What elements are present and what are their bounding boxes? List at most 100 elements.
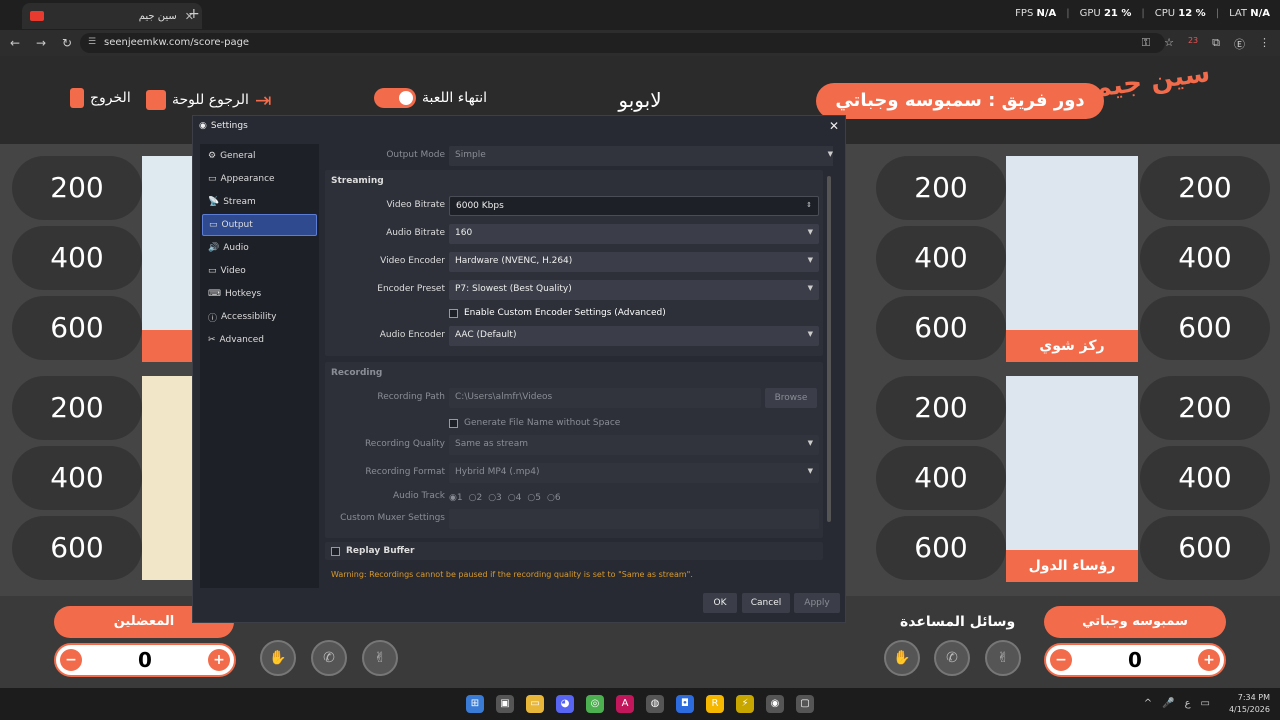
custom-encoder-checkbox[interactable]: Enable Custom Encoder Settings (Advanced… — [449, 304, 666, 322]
nav-general[interactable]: ⚙ General — [202, 145, 317, 167]
phone-icon[interactable]: ✆ — [934, 640, 970, 676]
custom-muxer-input[interactable] — [449, 509, 819, 529]
peace-icon[interactable]: ✌ — [985, 640, 1021, 676]
score-cell[interactable]: 400 — [12, 446, 142, 510]
obs-taskbar-icon[interactable]: ◉ — [766, 695, 784, 713]
audio-encoder-select[interactable]: AAC (Default) ▼ — [449, 326, 819, 346]
chevron-up-icon[interactable]: ^ — [1144, 698, 1152, 709]
track-radio[interactable]: ○6 — [547, 493, 561, 503]
score-cell[interactable]: 600 — [12, 296, 142, 360]
store-icon[interactable]: ▣ — [496, 695, 514, 713]
mic-icon[interactable]: 🎤 — [1162, 698, 1174, 709]
audio-bitrate-label: Audio Bitrate — [386, 228, 445, 238]
forward-icon[interactable]: → — [30, 36, 52, 50]
score-cell[interactable]: 400 — [1140, 226, 1270, 290]
nav-audio[interactable]: 🔊 Audio — [202, 237, 317, 259]
browse-button[interactable]: Browse — [765, 388, 817, 408]
exit-button[interactable]: الخروج — [70, 88, 131, 108]
nav-accessibility[interactable]: ⓘ Accessibility — [202, 306, 317, 328]
rockstar-icon[interactable]: R — [706, 695, 724, 713]
track-radio[interactable]: ○4 — [508, 493, 522, 503]
recording-section: Recording Recording Path C:\Users\almfr\… — [325, 362, 823, 538]
profile-icon[interactable]: Ⓔ — [1234, 36, 1245, 52]
track-radio[interactable]: ○3 — [488, 493, 502, 503]
score-cell[interactable]: 600 — [1140, 516, 1270, 580]
recording-path-input[interactable]: C:\Users\almfr\Videos — [449, 388, 761, 408]
end-game-button[interactable]: انتهاء اللعبة — [374, 88, 487, 108]
apply-button[interactable]: Apply — [794, 593, 840, 613]
app-icon[interactable]: A — [616, 695, 634, 713]
score-cell[interactable]: 600 — [876, 516, 1006, 580]
score-cell[interactable]: 400 — [876, 446, 1006, 510]
menu-icon[interactable]: ⋮ — [1259, 36, 1270, 52]
score-cell[interactable]: 400 — [1140, 446, 1270, 510]
track-radio[interactable]: ◉1 — [449, 493, 463, 503]
site-info-icon[interactable]: ☰ — [88, 37, 96, 47]
network-icon[interactable]: ▭ — [1201, 698, 1210, 709]
keyboard-icon: ⌨ — [208, 289, 221, 299]
score-cell[interactable]: 200 — [876, 376, 1006, 440]
star-icon[interactable]: ☆ — [1164, 36, 1174, 52]
video-encoder-select[interactable]: Hardware (NVENC, H.264) ▼ — [449, 252, 819, 272]
discord-icon[interactable]: ◕ — [556, 695, 574, 713]
back-icon[interactable]: ← — [4, 36, 26, 50]
app3-icon[interactable]: ⚡ — [736, 695, 754, 713]
puzzle-icon[interactable]: ⧉ — [1212, 36, 1220, 52]
peace-icon[interactable]: ✌ — [362, 640, 398, 676]
score-cell[interactable]: 200 — [12, 376, 142, 440]
cancel-button[interactable]: Cancel — [742, 593, 790, 613]
nav-stream[interactable]: 📡 Stream — [202, 191, 317, 213]
start-icon[interactable]: ⊞ — [466, 695, 484, 713]
close-icon[interactable]: ✕ — [829, 119, 839, 133]
hand-icon[interactable]: ✋ — [260, 640, 296, 676]
page-title: لابوبو — [618, 88, 662, 112]
nav-advanced[interactable]: ✂ Advanced — [202, 329, 317, 351]
gen-filename-checkbox[interactable]: Generate File Name without Space — [449, 414, 620, 432]
score-cell[interactable]: 200 — [876, 156, 1006, 220]
address-bar[interactable]: ☰ seenjeemkw.com/score-page — [80, 33, 1165, 53]
hand-icon[interactable]: ✋ — [884, 640, 920, 676]
score-cell[interactable]: 600 — [876, 296, 1006, 360]
score-cell[interactable]: 400 — [12, 226, 142, 290]
chrome-icon[interactable]: ◎ — [586, 695, 604, 713]
replay-buffer-checkbox[interactable]: Replay Buffer — [331, 542, 414, 560]
clock[interactable]: 7:34 PM 4/15/2026 — [1229, 692, 1270, 716]
ok-button[interactable]: OK — [703, 593, 737, 613]
nav-hotkeys[interactable]: ⌨ Hotkeys — [202, 283, 317, 305]
reload-icon[interactable]: ↻ — [56, 36, 78, 50]
track-radio[interactable]: ○2 — [469, 493, 483, 503]
folder-icon[interactable]: ▭ — [526, 695, 544, 713]
back-board-button[interactable]: الرجوع للوحة ⇥ — [146, 88, 272, 112]
score-cell[interactable]: 600 — [12, 516, 142, 580]
plus-button[interactable]: + — [208, 649, 230, 671]
key-icon[interactable]: ⚿ — [1142, 36, 1150, 52]
score-cell[interactable]: 200 — [1140, 156, 1270, 220]
extension-badge[interactable]: 23 — [1188, 36, 1198, 52]
scrollbar[interactable] — [827, 176, 831, 522]
score-cell[interactable]: 600 — [1140, 296, 1270, 360]
new-tab-icon[interactable]: + — [188, 6, 200, 22]
app4-icon[interactable]: ▢ — [796, 695, 814, 713]
video-bitrate-input[interactable]: 6000 Kbps ⇕ — [449, 196, 819, 216]
minus-button[interactable]: − — [1050, 649, 1072, 671]
phone-icon[interactable]: ✆ — [311, 640, 347, 676]
output-mode-select[interactable]: Simple ▼ — [449, 146, 833, 166]
score-cell[interactable]: 400 — [876, 226, 1006, 290]
browser-tab[interactable]: سين جيم ✕ — [22, 3, 202, 29]
encoder-preset-select[interactable]: P7: Slowest (Best Quality) ▼ — [449, 280, 819, 300]
nav-output[interactable]: ▭ Output — [202, 214, 317, 236]
recording-format-select[interactable]: Hybrid MP4 (.mp4) ▼ — [449, 463, 819, 483]
language-indicator[interactable]: ع — [1185, 698, 1191, 709]
team-score-counter: − 0 + — [54, 643, 236, 677]
recording-quality-select[interactable]: Same as stream ▼ — [449, 435, 819, 455]
nav-appearance[interactable]: ▭ Appearance — [202, 168, 317, 190]
audio-bitrate-select[interactable]: 160 ▼ — [449, 224, 819, 244]
app2-icon[interactable]: ◘ — [676, 695, 694, 713]
minus-button[interactable]: − — [60, 649, 82, 671]
score-cell[interactable]: 200 — [1140, 376, 1270, 440]
plus-button[interactable]: + — [1198, 649, 1220, 671]
score-cell[interactable]: 200 — [12, 156, 142, 220]
steam-icon[interactable]: ◍ — [646, 695, 664, 713]
track-radio[interactable]: ○5 — [527, 493, 541, 503]
nav-video[interactable]: ▭ Video — [202, 260, 317, 282]
